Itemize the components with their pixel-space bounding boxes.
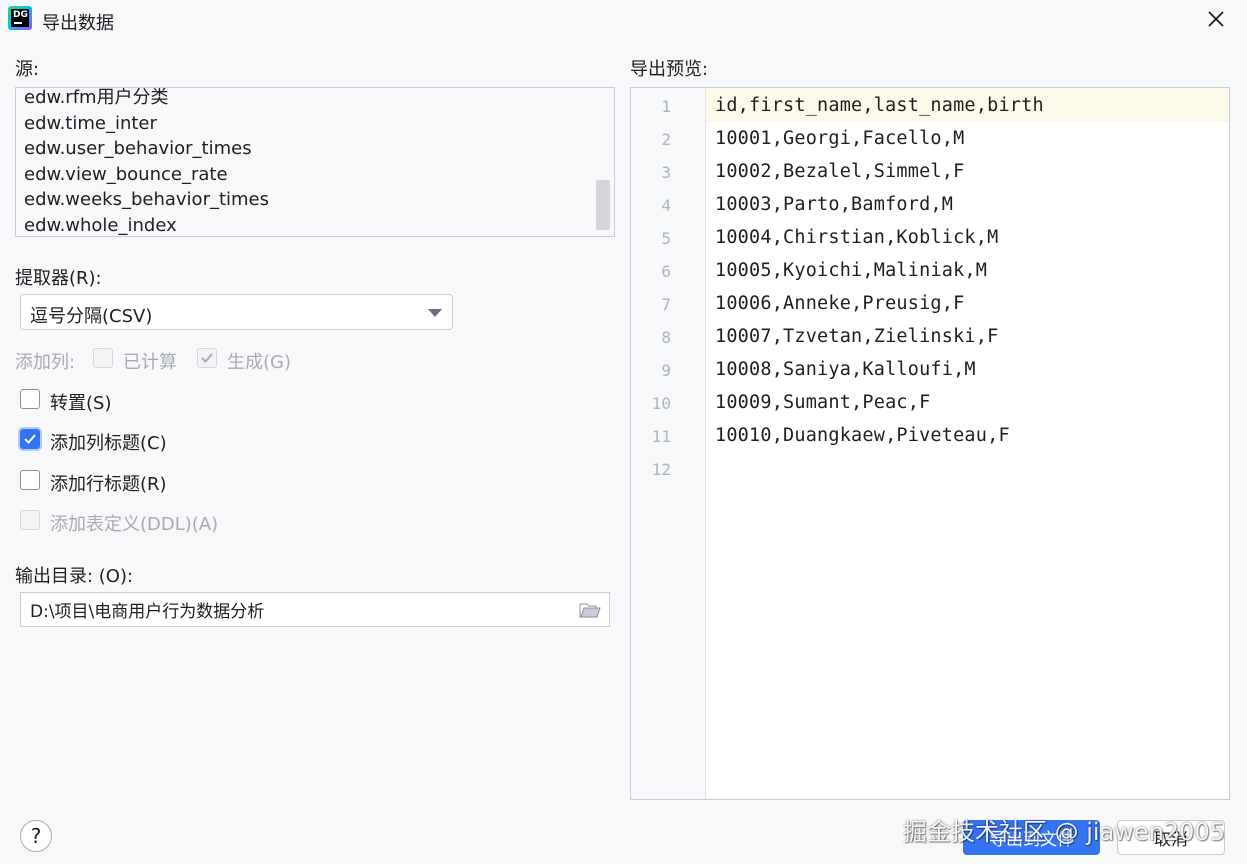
line-number: 5 xyxy=(661,229,671,248)
preview-line: 10002,Bezalel,Simmel,F xyxy=(715,161,965,182)
column-headers-checkbox[interactable] xyxy=(20,429,40,449)
preview-line: 10010,Duangkaew,Piveteau,F xyxy=(715,425,1010,446)
line-number: 10 xyxy=(651,394,671,413)
transpose-checkbox[interactable] xyxy=(20,389,40,409)
ddl-label: 添加表定义(DDL)(A) xyxy=(50,514,219,535)
generated-checkbox[interactable] xyxy=(197,348,217,368)
output-dir-field[interactable] xyxy=(20,592,610,627)
source-label: 源: xyxy=(15,59,40,80)
source-list-scrollbar[interactable] xyxy=(596,180,610,230)
line-number: 2 xyxy=(661,130,671,149)
preview-label: 导出预览: xyxy=(630,59,709,80)
source-item[interactable]: edw.view_bounce_rate xyxy=(24,162,269,188)
line-number: 11 xyxy=(651,427,671,446)
help-icon: ? xyxy=(30,824,42,848)
line-number: 1 xyxy=(661,97,671,116)
add-columns-label: 添加列: xyxy=(15,352,76,373)
ddl-checkbox[interactable] xyxy=(20,510,40,530)
preview-line: 10009,Sumant,Peac,F xyxy=(715,392,931,413)
row-headers-label: 添加行标题(R) xyxy=(50,474,167,495)
title-bar: DG 导出数据 xyxy=(0,0,1247,40)
source-list[interactable]: edw.rfm用户分类 edw.time_inter edw.user_beha… xyxy=(15,87,615,237)
line-number: 4 xyxy=(661,196,671,215)
preview-line: 10005,Kyoichi,Maliniak,M xyxy=(715,260,988,281)
source-item[interactable]: edw.rfm用户分类 xyxy=(24,88,269,111)
export-preview[interactable]: 1 2 3 4 5 6 7 8 9 10 11 12 id,first_name… xyxy=(630,87,1230,800)
preview-line: 10008,Saniya,Kalloufi,M xyxy=(715,359,976,380)
generated-label: 生成(G) xyxy=(227,352,291,373)
close-button[interactable] xyxy=(1203,6,1229,32)
chevron-down-icon xyxy=(428,309,442,317)
close-icon xyxy=(1208,11,1224,27)
preview-line: 10003,Parto,Bamford,M xyxy=(715,194,954,215)
output-dir-input[interactable] xyxy=(21,593,571,626)
preview-line: 10004,Chirstian,Koblick,M xyxy=(715,227,999,248)
computed-label: 已计算 xyxy=(123,352,177,373)
source-item[interactable]: edw.user_behavior_times xyxy=(24,136,269,162)
dialog-title: 导出数据 xyxy=(42,13,114,34)
extractor-label: 提取器(R): xyxy=(15,268,102,289)
checkmark-icon xyxy=(201,353,213,363)
preview-line: 10007,Tzvetan,Zielinski,F xyxy=(715,326,999,347)
source-item[interactable]: edw.time_inter xyxy=(24,111,269,137)
datagrip-logo-icon: DG xyxy=(8,6,32,30)
row-headers-checkbox[interactable] xyxy=(20,470,40,490)
preview-line: 10006,Anneke,Preusig,F xyxy=(715,293,965,314)
line-number: 6 xyxy=(661,262,671,281)
line-number: 9 xyxy=(661,361,671,380)
source-item[interactable]: edw.whole_index xyxy=(24,213,269,237)
line-number: 7 xyxy=(661,295,671,314)
checkmark-icon xyxy=(24,434,36,444)
transpose-label: 转置(S) xyxy=(50,393,112,414)
extractor-select[interactable]: 逗号分隔(CSV) xyxy=(20,294,453,330)
line-number: 3 xyxy=(661,163,671,182)
preview-line: id,first_name,last_name,birth xyxy=(715,95,1044,116)
help-button[interactable]: ? xyxy=(20,820,52,852)
source-item[interactable]: edw.weeks_behavior_times xyxy=(24,187,269,213)
watermark: 掘金技术社区 @ jiawen2005 xyxy=(903,818,1225,846)
folder-open-icon[interactable] xyxy=(579,601,601,619)
extractor-selected-value: 逗号分隔(CSV) xyxy=(30,306,153,327)
line-number: 8 xyxy=(661,328,671,347)
output-dir-label: 输出目录: (O): xyxy=(15,566,134,587)
line-number: 12 xyxy=(651,460,671,479)
computed-checkbox[interactable] xyxy=(93,348,113,368)
column-headers-label: 添加列标题(C) xyxy=(50,433,167,454)
preview-line: 10001,Georgi,Facello,M xyxy=(715,128,965,149)
